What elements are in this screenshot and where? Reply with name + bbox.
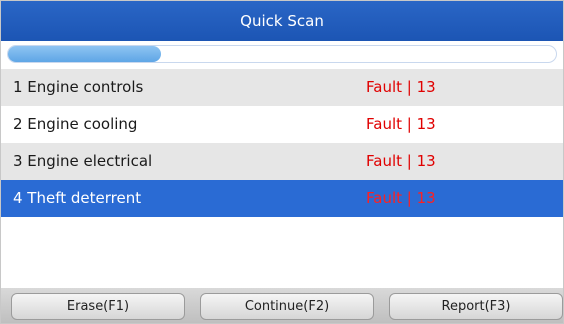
system-label: 4 Theft deterrent bbox=[13, 189, 142, 207]
quick-scan-screen: Quick Scan 28% 1 Engine controls Fault |… bbox=[0, 0, 564, 324]
system-row-engine-cooling[interactable]: 2 Engine cooling Fault | 13 bbox=[1, 106, 563, 143]
report-button[interactable]: Report(F3) bbox=[389, 293, 563, 320]
fault-status: Fault | 13 bbox=[366, 189, 436, 207]
fault-status: Fault | 13 bbox=[366, 115, 436, 133]
system-row-engine-controls[interactable]: 1 Engine controls Fault | 13 bbox=[1, 69, 563, 106]
system-row-theft-deterrent[interactable]: 4 Theft deterrent Fault | 13 bbox=[1, 180, 563, 217]
page-title: Quick Scan bbox=[1, 1, 563, 41]
erase-button[interactable]: Erase(F1) bbox=[11, 293, 185, 320]
progress-fill bbox=[8, 46, 162, 62]
system-list: 1 Engine controls Fault | 13 2 Engine co… bbox=[1, 69, 563, 217]
fault-status: Fault | 13 bbox=[366, 152, 436, 170]
system-label: 1 Engine controls bbox=[13, 78, 144, 96]
scan-progress-bar: 28% bbox=[7, 45, 557, 63]
system-label: 3 Engine electrical bbox=[13, 152, 153, 170]
system-label: 2 Engine cooling bbox=[13, 115, 138, 133]
progress-percent: 28% bbox=[519, 46, 548, 61]
continue-button[interactable]: Continue(F2) bbox=[200, 293, 374, 320]
function-key-bar: Erase(F1) Continue(F2) Report(F3) bbox=[1, 288, 563, 323]
fault-status: Fault | 13 bbox=[366, 78, 436, 96]
system-row-engine-electrical[interactable]: 3 Engine electrical Fault | 13 bbox=[1, 143, 563, 180]
